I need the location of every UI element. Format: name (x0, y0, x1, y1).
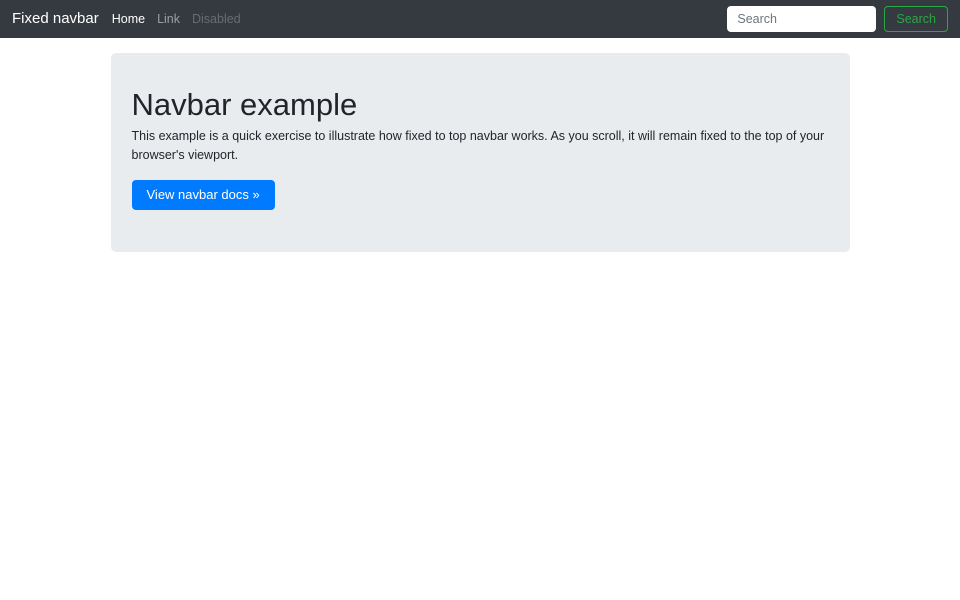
nav-item-disabled: Disabled (186, 12, 247, 26)
navbar-brand[interactable]: Fixed navbar (12, 0, 99, 38)
nav-item-home[interactable]: Home (106, 12, 151, 26)
navbar-nav: Home Link Disabled (106, 0, 247, 38)
search-form: Search (727, 6, 948, 32)
search-button[interactable]: Search (884, 6, 948, 32)
top-navbar: Fixed navbar Home Link Disabled Search (0, 0, 960, 38)
search-input[interactable] (727, 6, 876, 32)
jumbotron: Navbar example This example is a quick e… (111, 53, 850, 252)
view-navbar-docs-button[interactable]: View navbar docs » (132, 180, 275, 210)
jumbotron-description: This example is a quick exercise to illu… (132, 127, 829, 165)
page-title: Navbar example (132, 86, 829, 123)
nav-item-link[interactable]: Link (151, 12, 186, 26)
